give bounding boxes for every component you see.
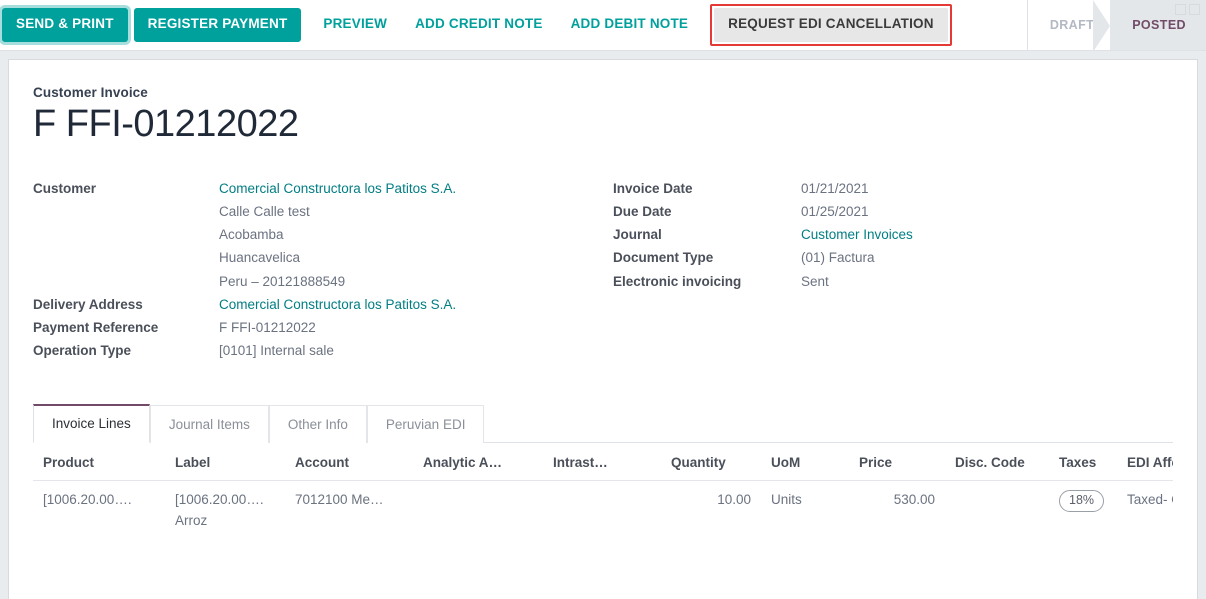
cell-label[interactable]: [1006.20.00…. Arroz [165,480,285,540]
field-row-invoice-date: Invoice Date 01/21/2021 [613,177,1173,200]
highlight-annotation: REQUEST EDI CANCELLATION [710,4,952,45]
field-row-document-type: Document Type (01) Factura [613,246,1173,269]
delivery-address-link[interactable]: Comercial Constructora los Patitos S.A. [219,297,456,312]
customer-address-line-3: Huancavelica [219,246,613,269]
due-date-label: Due Date [613,200,801,223]
tab-journal-items[interactable]: Journal Items [150,405,269,443]
add-credit-note-button[interactable]: ADD CREDIT NOTE [401,8,557,41]
column-header-account[interactable]: Account [285,443,413,481]
tax-badge: 18% [1059,490,1104,512]
column-header-product[interactable]: Product [33,443,165,481]
customer-address-line-2: Acobamba [219,223,613,246]
cell-quantity[interactable]: 10.00 [661,480,761,540]
tab-other-info[interactable]: Other Info [269,405,367,443]
field-row-electronic-invoicing: Electronic invoicing Sent [613,270,1173,293]
column-header-uom[interactable]: UoM [761,443,849,481]
document-type-label: Document Type [613,246,801,269]
send-and-print-button[interactable]: SEND & PRINT [2,8,128,41]
customer-label: Customer [33,177,219,293]
column-header-taxes[interactable]: Taxes [1049,443,1117,481]
column-header-quantity[interactable]: Quantity [661,443,761,481]
request-edi-cancellation-button[interactable]: REQUEST EDI CANCELLATION [714,8,948,41]
control-panel-buttons: SEND & PRINT REGISTER PAYMENT PREVIEW AD… [0,0,1027,50]
cell-uom[interactable]: Units [761,480,849,540]
tab-journal-items-label: Journal Items [169,417,250,432]
invoice-date-value[interactable]: 01/21/2021 [801,177,1173,200]
tab-invoice-lines-label: Invoice Lines [52,416,131,431]
control-panel: SEND & PRINT REGISTER PAYMENT PREVIEW AD… [0,0,1206,51]
invoice-date-label: Invoice Date [613,177,801,200]
field-row-journal: Journal Customer Invoices [613,223,1173,246]
electronic-invoicing-label: Electronic invoicing [613,270,801,293]
electronic-invoicing-value: Sent [801,270,1173,293]
column-header-price[interactable]: Price [849,443,945,481]
customer-link[interactable]: Comercial Constructora los Patitos S.A. [219,181,456,196]
delivery-address-value-cell: Comercial Constructora los Patitos S.A. [219,293,613,316]
column-header-intrastat[interactable]: Intrast… [543,443,661,481]
journal-value-cell: Customer Invoices [801,223,1173,246]
field-row-payment-reference: Payment Reference F FFI-01212022 [33,316,613,339]
payment-reference-value[interactable]: F FFI-01212022 [219,316,613,339]
form-sheet: Customer Invoice F FFI-01212022 Customer… [8,59,1198,599]
tab-peruvian-edi[interactable]: Peruvian EDI [367,405,485,443]
journal-link[interactable]: Customer Invoices [801,227,913,242]
cell-label-main: [1006.20.00…. [175,492,264,507]
column-header-edi-affectation[interactable]: EDI Affect.… [1117,443,1173,481]
kanban-view-icon[interactable] [1189,4,1200,15]
document-type-value[interactable]: (01) Factura [801,246,1173,269]
due-date-value[interactable]: 01/25/2021 [801,200,1173,223]
add-debit-note-button[interactable]: ADD DEBIT NOTE [557,8,703,41]
field-group-left: Customer Comercial Constructora los Pati… [33,177,613,363]
column-header-analytic-account[interactable]: Analytic A… [413,443,543,481]
field-row-customer: Customer Comercial Constructora los Pati… [33,177,613,293]
table-header-row: Product Label Account Analytic A… Intras… [33,443,1173,481]
notebook: Invoice Lines Journal Items Other Info P… [33,403,1173,541]
invoice-lines-container: Product Label Account Analytic A… Intras… [33,443,1173,541]
statusbar-stage-posted-label: POSTED [1132,18,1186,32]
payment-reference-label: Payment Reference [33,316,219,339]
cell-price[interactable]: 530.00 [849,480,945,540]
invoice-lines-table: Product Label Account Analytic A… Intras… [33,443,1173,541]
cell-edi-affectation[interactable]: Taxed- Oner… [1117,480,1173,540]
cell-analytic-account[interactable] [413,480,543,540]
statusbar-stage-draft-label: DRAFT [1050,18,1094,32]
field-row-delivery-address: Delivery Address Comercial Constructora … [33,293,613,316]
cell-label-sub: Arroz [175,511,275,532]
customer-value-cell: Comercial Constructora los Patitos S.A. … [219,177,613,293]
field-groups: Customer Comercial Constructora los Pati… [33,177,1173,363]
column-header-label[interactable]: Label [165,443,285,481]
cell-disc-code[interactable] [945,480,1049,540]
operation-type-value[interactable]: [0101] Internal sale [219,339,613,362]
notebook-tabs: Invoice Lines Journal Items Other Info P… [33,403,1173,443]
view-switcher[interactable] [1175,4,1200,15]
column-header-disc-code[interactable]: Disc. Code [945,443,1049,481]
page-title: F FFI-01212022 [33,102,1173,147]
field-row-due-date: Due Date 01/25/2021 [613,200,1173,223]
register-payment-button[interactable]: REGISTER PAYMENT [134,8,302,41]
delivery-address-label: Delivery Address [33,293,219,316]
page-background: Customer Invoice F FFI-01212022 Customer… [0,51,1206,599]
preview-button[interactable]: PREVIEW [309,8,401,41]
operation-type-label: Operation Type [33,339,219,362]
customer-address-line-1: Calle Calle test [219,200,613,223]
cell-product[interactable]: [1006.20.00…. [33,480,165,540]
customer-address-line-4: Peru – 20121888549 [219,270,613,293]
field-row-operation-type: Operation Type [0101] Internal sale [33,339,613,362]
field-group-right: Invoice Date 01/21/2021 Due Date 01/25/2… [613,177,1173,363]
list-view-icon[interactable] [1175,4,1186,15]
cell-taxes[interactable]: 18% [1049,480,1117,540]
table-row[interactable]: [1006.20.00…. [1006.20.00…. Arroz 701210… [33,480,1173,540]
tab-peruvian-edi-label: Peruvian EDI [386,417,466,432]
journal-label: Journal [613,223,801,246]
cell-account[interactable]: 7012100 Me… [285,480,413,540]
cell-intrastat[interactable] [543,480,661,540]
tab-other-info-label: Other Info [288,417,348,432]
document-kind-label: Customer Invoice [33,85,1173,100]
tab-invoice-lines[interactable]: Invoice Lines [33,404,150,443]
